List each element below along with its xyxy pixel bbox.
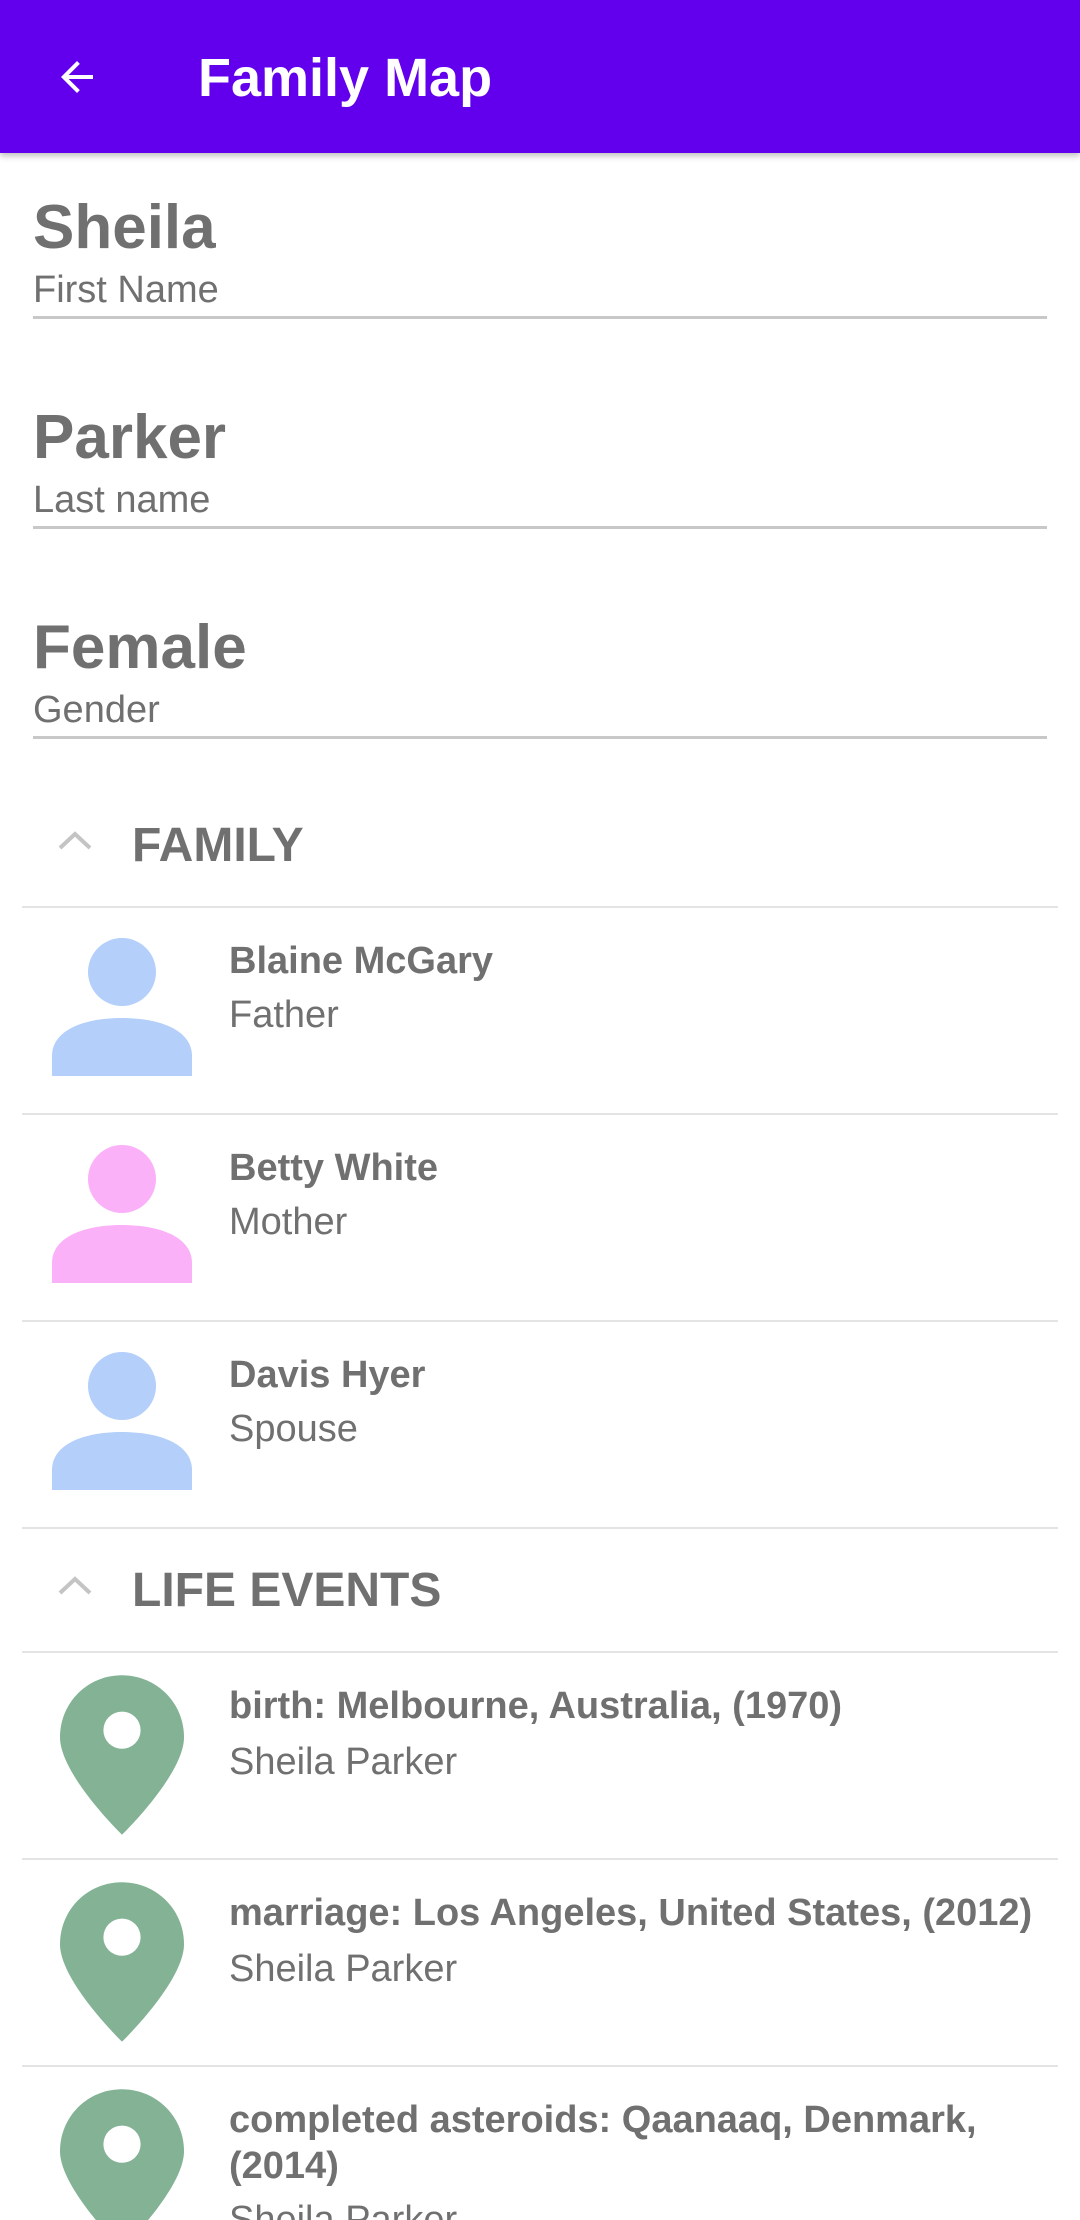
life-event-description: birth: Melbourne, Australia, (1970) — [229, 1685, 843, 1727]
app-bar: Family Map — [0, 0, 1080, 153]
chevron-up-icon — [58, 831, 92, 850]
first-name-value: Sheila — [33, 193, 216, 262]
last-name-field: Parker Last name — [33, 402, 1047, 529]
app-title: Family Map — [198, 48, 493, 108]
family-member-row[interactable]: Blaine McGary Father — [22, 908, 1058, 1114]
family-member-row[interactable]: Davis Hyer Spouse — [22, 1322, 1058, 1528]
life-event-person: Sheila Parker — [229, 1741, 458, 1783]
family-member-name: Davis Hyer — [229, 1354, 426, 1396]
life-event-row[interactable]: marriage: Los Angeles, United States, (2… — [22, 1860, 1058, 2066]
last-name-label: Last name — [33, 479, 211, 521]
family-member-name: Betty White — [229, 1147, 438, 1189]
male-person-icon — [52, 938, 192, 1076]
family-member-relation: Mother — [229, 1201, 348, 1243]
map-marker-icon — [60, 2089, 184, 2220]
map-marker-icon — [60, 1675, 184, 1835]
life-event-row[interactable]: birth: Melbourne, Australia, (1970) Shei… — [22, 1653, 1058, 1859]
male-person-icon — [52, 1352, 192, 1490]
life-event-person: Sheila Parker — [229, 1948, 458, 1990]
family-section-title: FAMILY — [132, 819, 304, 872]
family-member-relation: Father — [229, 994, 339, 1036]
life-event-description: marriage: Los Angeles, United States, (2… — [229, 1892, 1033, 1934]
family-section-header[interactable]: FAMILY — [22, 784, 1058, 908]
chevron-up-icon — [58, 1576, 92, 1595]
map-marker-icon — [60, 1882, 184, 2042]
family-member-relation: Spouse — [229, 1408, 358, 1450]
gender-field: Female Gender — [33, 612, 1047, 739]
gender-value: Female — [33, 613, 247, 682]
life-event-description: completed asteroids: Qaanaaq, Denmark, (… — [229, 2099, 977, 2187]
gender-label: Gender — [33, 689, 160, 731]
arrow-back-icon — [61, 61, 93, 93]
life-events-section-header[interactable]: LIFE EVENTS — [22, 1529, 1058, 1653]
gender-underline — [33, 736, 1047, 739]
first-name-underline — [33, 316, 1047, 319]
life-events-section-title: LIFE EVENTS — [132, 1564, 442, 1617]
first-name-field: Sheila First Name — [33, 192, 1047, 319]
family-member-name: Blaine McGary — [229, 940, 493, 982]
last-name-value: Parker — [33, 403, 227, 472]
back-button[interactable] — [44, 44, 110, 110]
family-member-row[interactable]: Betty White Mother — [22, 1115, 1058, 1321]
female-person-icon — [52, 1145, 192, 1283]
last-name-underline — [33, 526, 1047, 529]
first-name-label: First Name — [33, 269, 219, 311]
life-event-row[interactable]: completed asteroids: Qaanaaq, Denmark, (… — [22, 2067, 1058, 2220]
life-event-person: Sheila Parker — [229, 2199, 458, 2220]
